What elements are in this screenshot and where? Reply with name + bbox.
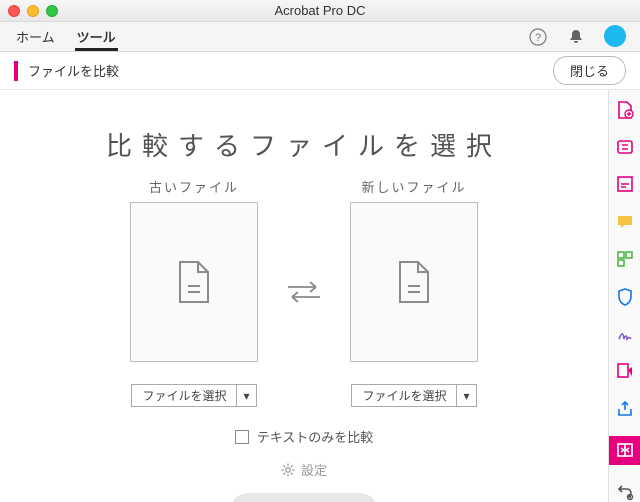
new-file-dropzone[interactable] — [350, 202, 478, 362]
swap-files-button[interactable] — [284, 277, 324, 307]
rail-edit-pdf-icon[interactable] — [614, 175, 636, 194]
rail-export-pdf-icon[interactable] — [614, 137, 636, 156]
rail-share-icon[interactable] — [614, 399, 636, 418]
file-icon — [396, 260, 432, 304]
tool-header: ファイルを比較 閉じる — [0, 52, 640, 90]
zoom-window-icon[interactable] — [46, 5, 58, 17]
titlebar: Acrobat Pro DC — [0, 0, 640, 22]
main-content: 比較するファイルを選択 古いファイル ファイルを選択 ▾ — [0, 90, 608, 502]
old-file-dropzone[interactable] — [130, 202, 258, 362]
close-window-icon[interactable] — [8, 5, 20, 17]
rail-create-pdf-icon[interactable] — [614, 100, 636, 119]
compare-button: 比較 — [230, 493, 378, 502]
rail-compare-icon[interactable] — [609, 436, 640, 464]
close-tool-button[interactable]: 閉じる — [553, 56, 626, 85]
select-old-file-dropdown[interactable]: ▾ — [237, 384, 256, 407]
rail-send-icon[interactable] — [614, 362, 636, 381]
rail-more-icon[interactable] — [614, 483, 636, 502]
accent-bar — [14, 61, 18, 81]
settings-label: 設定 — [301, 460, 327, 479]
minimize-window-icon[interactable] — [27, 5, 39, 17]
window-title: Acrobat Pro DC — [0, 3, 640, 18]
rail-protect-icon[interactable] — [614, 287, 636, 306]
tools-rail — [608, 90, 640, 502]
page-heading: 比較するファイルを選択 — [106, 126, 502, 163]
rail-comment-icon[interactable] — [614, 212, 636, 231]
select-old-file-button[interactable]: ファイルを選択 — [131, 384, 237, 407]
text-only-label: テキストのみを比較 — [257, 427, 374, 446]
gear-icon — [281, 463, 295, 477]
help-icon[interactable]: ? — [528, 27, 548, 47]
old-file-label: 古いファイル — [149, 177, 239, 196]
rail-sign-icon[interactable] — [614, 324, 636, 343]
primary-tabs: ホーム ツール ? — [0, 22, 640, 52]
text-only-checkbox[interactable] — [235, 430, 249, 444]
notifications-icon[interactable] — [566, 27, 586, 47]
svg-text:?: ? — [535, 32, 541, 44]
rail-organize-icon[interactable] — [614, 250, 636, 269]
account-avatar[interactable] — [604, 25, 626, 47]
file-icon — [176, 260, 212, 304]
new-file-label: 新しいファイル — [361, 177, 466, 196]
settings-link[interactable]: 設定 — [281, 460, 327, 479]
tool-title: ファイルを比較 — [28, 61, 119, 80]
tab-tools[interactable]: ツール — [75, 21, 118, 51]
select-new-file-dropdown[interactable]: ▾ — [457, 384, 476, 407]
tab-home[interactable]: ホーム — [14, 21, 57, 51]
window-controls[interactable] — [8, 5, 58, 17]
select-new-file-button[interactable]: ファイルを選択 — [351, 384, 457, 407]
